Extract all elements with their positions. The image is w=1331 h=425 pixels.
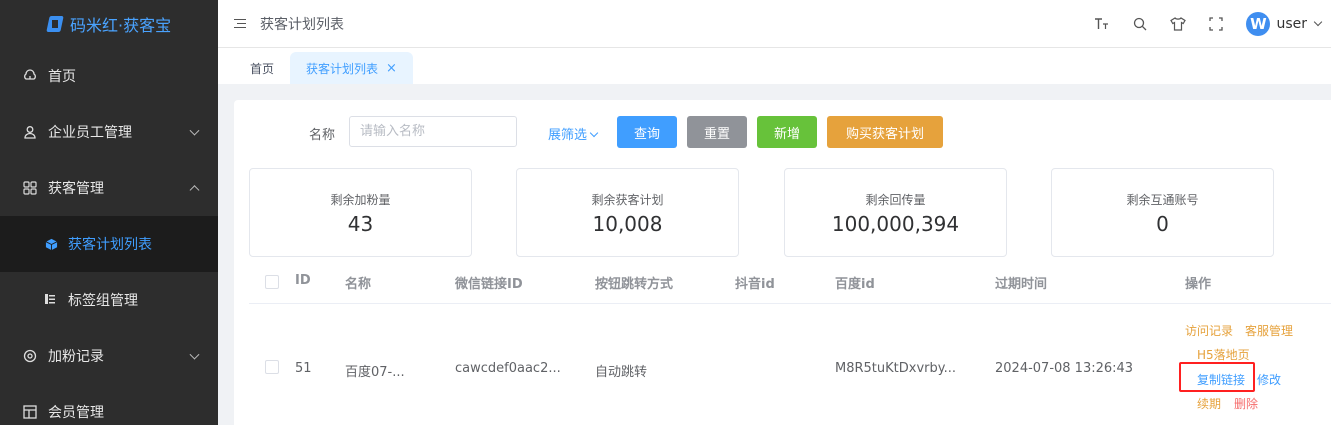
brand-logo-icon [46,15,64,33]
expand-filter-label: 展筛选 [548,128,588,143]
sidebar-item-label: 加粉记录 [48,349,104,365]
stat-value: 10,008 [592,212,663,236]
table-header: ID 名称 微信链接ID 按钮跳转方式 抖音id 百度id 过期时间 操作 [249,260,1331,304]
tab-label: 首页 [250,61,275,76]
expand-filter-link[interactable]: 展筛选 [548,124,599,143]
highlight-box [1179,362,1255,392]
stat-card-callbacks: 剩余回传量 100,000,394 [784,168,1007,257]
tab-label: 获客计划列表 [306,61,379,76]
top-header: 获客计划列表 W user [218,0,1331,48]
search-icon[interactable] [1132,16,1148,32]
app-name: 码米红·获客宝 [70,16,172,35]
tags-view: 首页 获客计划列表 × [218,48,1331,84]
sidebar-item-fans[interactable]: 加粉记录 [0,328,218,384]
chevron-down-icon [189,125,200,136]
sidebar-item-members[interactable]: 会员管理 [0,384,218,425]
service-manage-link[interactable]: 客服管理 [1245,322,1293,339]
chevron-up-icon [189,185,200,196]
stat-title: 剩余互通账号 [1126,193,1199,207]
cell-id: 51 [295,361,312,376]
sidebar-item-label: 会员管理 [48,405,104,421]
menu-toggle-icon[interactable] [234,18,246,29]
sidebar-item-label: 获客管理 [48,181,104,197]
tab-plan-list[interactable]: 获客计划列表 × [290,52,413,84]
chevron-down-icon [189,349,200,360]
buy-plan-button[interactable]: 购买获客计划 [827,116,943,148]
panel-icon [22,404,38,420]
column-header: 按钮跳转方式 [595,277,674,292]
main-content: 名称 展筛选 查询 重置 新增 购买获客计划 剩余加粉量 43 剩余获客计划 1… [234,100,1331,425]
stat-value: 100,000,394 [831,212,960,236]
renew-link[interactable]: 续期 [1197,395,1221,412]
sidebar-item-label: 获客计划列表 [68,237,152,253]
stat-value: 43 [347,212,374,236]
grid-icon [22,180,38,196]
stat-value: 0 [1156,212,1169,236]
cell-expire-time: 2024-07-08 13:26:43 [995,361,1134,376]
column-header: 操作 [1185,277,1212,292]
font-size-icon[interactable] [1094,16,1110,32]
table-row: 51 百度07-... cawcdef0aac2... 自动跳转 M8R5tuK… [249,305,1331,425]
list-icon [44,293,58,307]
breadcrumb: 获客计划列表 [260,16,344,33]
header-tools: W user [1094,0,1331,48]
column-header: 抖音id [735,277,775,292]
username[interactable]: user [1276,16,1307,32]
avatar[interactable]: W [1246,12,1271,36]
stat-title: 剩余加粉量 [330,193,391,207]
column-header: 百度id [835,277,875,292]
sidebar-item-customer[interactable]: 获客管理 [0,160,218,216]
user-icon [22,124,38,140]
sidebar-item-label: 企业员工管理 [48,125,132,141]
column-header: 微信链接ID [455,277,523,292]
cell-name: 百度07-... [345,365,405,380]
sidebar-item-staff[interactable]: 企业员工管理 [0,104,218,160]
stat-card-fans: 剩余加粉量 43 [249,168,472,257]
cube-icon [44,237,58,251]
name-label: 名称 [309,128,336,143]
reset-button[interactable]: 重置 [687,116,747,148]
h5-landing-link[interactable]: H5落地页 [1197,346,1250,363]
stat-card-plans: 剩余获客计划 10,008 [516,168,739,257]
column-header: ID [295,273,311,288]
row-checkbox[interactable] [265,360,279,374]
sidebar-item-home[interactable]: 首页 [0,48,218,104]
column-header: 名称 [345,277,372,292]
cloud-home-icon [22,68,38,84]
column-header: 过期时间 [995,277,1048,292]
sidebar: 码米红·获客宝 首页 企业员工管理 获客管理 获客计划列表 标签组管理 加粉记录… [0,0,218,425]
theme-shirt-icon[interactable] [1170,16,1187,32]
fullscreen-icon[interactable] [1208,16,1224,32]
app-logo[interactable]: 码米红·获客宝 [0,0,218,48]
cell-baidu-id: M8R5tuKtDxvrby... [835,361,956,376]
settings-icon [22,348,38,364]
chevron-down-icon[interactable] [1313,17,1323,27]
edit-link[interactable]: 修改 [1257,371,1281,388]
delete-link[interactable]: 删除 [1234,395,1258,412]
tab-home[interactable]: 首页 [234,52,290,84]
sidebar-item-label: 首页 [48,69,76,85]
sidebar-item-plan-list[interactable]: 获客计划列表 [0,216,218,272]
close-icon[interactable]: × [386,61,397,76]
stat-title: 剩余获客计划 [591,193,664,207]
cell-jump-mode: 自动跳转 [595,365,648,380]
chevron-down-icon [589,128,599,138]
cell-wx-link-id: cawcdef0aac2... [455,361,561,376]
stat-card-accounts: 剩余互通账号 0 [1051,168,1274,257]
name-input[interactable] [349,116,517,147]
sidebar-item-label: 标签组管理 [68,293,138,309]
visit-records-link[interactable]: 访问记录 [1185,322,1233,339]
add-button[interactable]: 新增 [757,116,817,148]
sidebar-item-tag-groups[interactable]: 标签组管理 [0,272,218,328]
search-form: 名称 展筛选 查询 重置 新增 购买获客计划 [234,116,1331,148]
select-all-checkbox[interactable] [265,275,279,289]
query-button[interactable]: 查询 [617,116,677,148]
stat-title: 剩余回传量 [865,193,926,207]
